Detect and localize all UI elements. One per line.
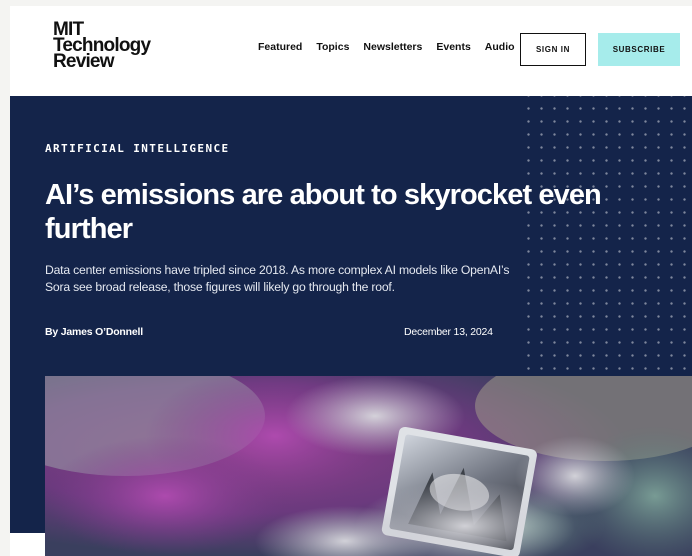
nav-item-featured[interactable]: Featured xyxy=(258,41,302,53)
nav-item-topics[interactable]: Topics xyxy=(316,41,349,53)
nav-item-events[interactable]: Events xyxy=(436,41,470,53)
article-headline: AI’s emissions are about to skyrocket ev… xyxy=(45,179,602,245)
article-dek: Data center emissions have tripled since… xyxy=(45,263,510,294)
logo-line-3: Review xyxy=(53,51,114,72)
nav-item-newsletters[interactable]: Newsletters xyxy=(363,41,422,53)
author-byline[interactable]: By James O’Donnell xyxy=(45,326,143,338)
nav-item-audio[interactable]: Audio xyxy=(485,41,515,53)
site-logo[interactable]: MIT Technology Review xyxy=(53,20,151,72)
publish-date: December 13, 2024 xyxy=(404,326,493,338)
lead-image xyxy=(45,376,692,556)
main-nav: Featured Topics Newsletters Events Audio xyxy=(258,41,529,53)
topic-kicker[interactable]: ARTIFICIAL INTELLIGENCE xyxy=(45,142,230,155)
sign-in-button[interactable]: SIGN IN xyxy=(520,33,586,66)
page-frame: MIT Technology Review Featured Topics Ne… xyxy=(10,6,692,556)
laptop-in-smoke-illustration xyxy=(45,376,692,556)
subscribe-button[interactable]: SUBSCRIBE xyxy=(598,33,680,66)
site-header: MIT Technology Review Featured Topics Ne… xyxy=(10,6,692,96)
